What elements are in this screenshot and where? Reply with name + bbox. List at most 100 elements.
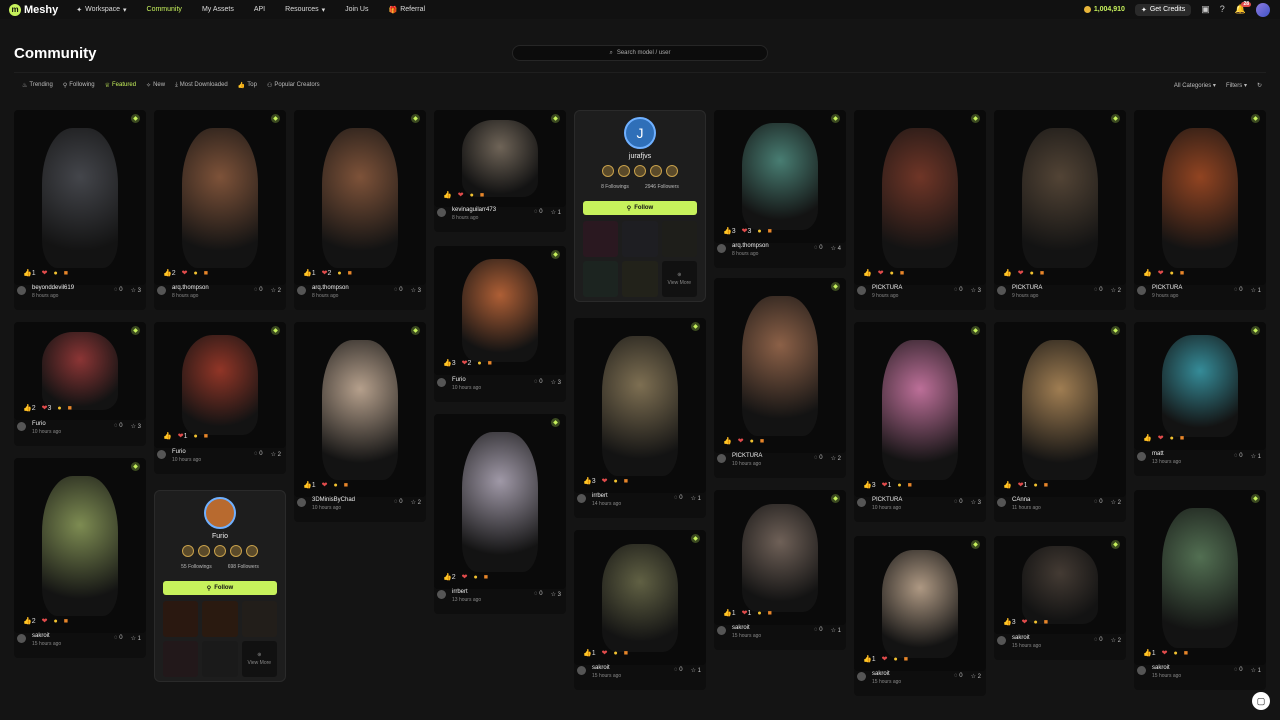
smile-reaction[interactable]: ● — [1174, 650, 1178, 657]
smile-reaction[interactable]: ● — [54, 270, 58, 277]
heart-reaction[interactable]: ❤1 — [742, 609, 752, 617]
tab-top[interactable]: 👍 Top — [238, 82, 257, 89]
thumbs-up-reaction[interactable]: 👍1 — [23, 269, 36, 277]
tab-featured[interactable]: ♕ Featured — [105, 82, 136, 89]
smile-reaction[interactable]: ● — [1030, 270, 1034, 277]
smile-reaction[interactable]: ● — [750, 438, 754, 445]
thumbs-up-reaction[interactable]: 👍2 — [23, 617, 36, 625]
star-count[interactable]: ☆ 3 — [551, 591, 561, 598]
model-thumb[interactable] — [583, 221, 619, 257]
refresh-icon[interactable]: ↻ — [1257, 82, 1262, 89]
model-thumbnail[interactable] — [854, 110, 986, 285]
comment-count[interactable]: ◌ 0 — [674, 495, 683, 502]
heart-reaction[interactable]: ❤2 — [462, 359, 472, 367]
thumbs-up-reaction[interactable]: 👍 — [163, 432, 172, 440]
fire-reaction[interactable]: ■ — [1044, 619, 1048, 626]
fire-reaction[interactable]: ■ — [904, 656, 908, 663]
get-credits-button[interactable]: ✦ Get Credits — [1134, 3, 1192, 16]
comment-count[interactable]: ◌ 0 — [814, 627, 823, 634]
heart-reaction[interactable]: ❤2 — [322, 269, 332, 277]
star-count[interactable]: ☆ 2 — [1111, 287, 1121, 294]
heart-reaction[interactable]: ❤ — [1018, 269, 1024, 277]
avatar[interactable] — [857, 498, 866, 507]
comment-count[interactable]: ◌ 0 — [814, 455, 823, 462]
smile-reaction[interactable]: ● — [1170, 435, 1174, 442]
fire-reaction[interactable]: ■ — [1184, 650, 1188, 657]
star-count[interactable]: ☆ 2 — [1111, 499, 1121, 506]
heart-reaction[interactable]: ❤ — [1162, 649, 1168, 657]
comment-count[interactable]: ◌ 0 — [534, 379, 543, 386]
thumbs-up-reaction[interactable]: 👍 — [443, 191, 452, 199]
model-thumbnail[interactable] — [994, 322, 1126, 497]
model-thumbnail[interactable] — [294, 110, 426, 285]
comment-count[interactable]: ◌ 0 — [1094, 499, 1103, 506]
heart-reaction[interactable]: ❤1 — [178, 432, 188, 440]
avatar[interactable] — [437, 378, 446, 387]
comment-count[interactable]: ◌ 0 — [1094, 287, 1103, 294]
model-card[interactable]: ◆ 👍 ❤1 ● ■ CAnna 11 hours ago ◌ 0 ☆ 2 — [994, 322, 1126, 522]
model-card[interactable]: ◆ 👍1 ❤1 ● ■ sakroit 15 hours ago ◌ 0 ☆ 1 — [714, 490, 846, 650]
smile-reaction[interactable]: ● — [757, 228, 761, 235]
thumbs-up-reaction[interactable]: 👍1 — [1143, 649, 1156, 657]
heart-reaction[interactable]: ❤3 — [42, 404, 52, 412]
tab-popular-creators[interactable]: ⚇ Popular Creators — [267, 82, 320, 89]
avatar[interactable] — [17, 634, 26, 643]
model-card[interactable]: ◆ 👍3 ❤2 ● ■ Furio 10 hours ago ◌ 0 ☆ 3 — [434, 246, 566, 402]
star-count[interactable]: ☆ 3 — [971, 287, 981, 294]
model-card[interactable]: ◆ 👍 ❤1 ● ■ Furio 10 hours ago ◌ 0 ☆ 2 — [154, 322, 286, 474]
heart-reaction[interactable]: ❤ — [1022, 618, 1028, 626]
comment-count[interactable]: ◌ 0 — [534, 209, 543, 216]
username[interactable]: arq.thompson — [172, 285, 209, 291]
username[interactable]: PICKTURA — [1012, 285, 1042, 291]
heart-reaction[interactable]: ❤ — [882, 655, 888, 663]
logo[interactable]: m Meshy — [9, 3, 58, 16]
chat-icon[interactable]: ▢ — [1252, 692, 1270, 710]
model-card[interactable]: ◆ 👍 ❤ ● ■ PICKTURA 10 hours ago ◌ 0 ☆ 2 — [714, 278, 846, 478]
model-card[interactable]: ◆ 👍1 ❤2 ● ■ arq.thompson 8 hours ago ◌ 0… — [294, 110, 426, 310]
comment-count[interactable]: ◌ 0 — [954, 499, 963, 506]
heart-reaction[interactable]: ❤ — [1158, 434, 1164, 442]
comment-count[interactable]: ◌ 0 — [1234, 453, 1243, 460]
thumbs-up-reaction[interactable]: 👍3 — [443, 359, 456, 367]
nav-workspace[interactable]: ✦ Workspace ▾ — [76, 6, 126, 14]
model-thumb[interactable] — [202, 641, 238, 677]
username[interactable]: matt — [1152, 451, 1164, 457]
smile-reaction[interactable]: ● — [897, 482, 901, 489]
model-card[interactable]: ◆ 👍2 ❤3 ● ■ Furio 10 hours ago ◌ 0 ☆ 3 — [14, 322, 146, 446]
username[interactable]: sakroit — [732, 625, 750, 631]
fire-reaction[interactable]: ■ — [484, 574, 488, 581]
thumbs-up-reaction[interactable]: 👍2 — [23, 404, 36, 412]
star-count[interactable]: ☆ 2 — [411, 499, 421, 506]
creator-card[interactable]: J jurafjvs 8 Followings 2946 Followers ⚲ F… — [574, 110, 706, 302]
model-thumbnail[interactable] — [154, 322, 286, 448]
heart-reaction[interactable]: ❤1 — [1018, 481, 1028, 489]
heart-reaction[interactable]: ❤ — [42, 269, 48, 277]
username[interactable]: arq.thompson — [732, 243, 769, 249]
avatar[interactable] — [1137, 452, 1146, 461]
avatar[interactable]: J — [624, 117, 656, 149]
star-count[interactable]: ☆ 3 — [411, 287, 421, 294]
comment-count[interactable]: ◌ 0 — [254, 287, 263, 294]
heart-reaction[interactable]: ❤ — [462, 573, 468, 581]
username[interactable]: Furio — [172, 449, 186, 455]
tab-following[interactable]: ⚲ Following — [63, 82, 95, 89]
fire-reaction[interactable]: ■ — [204, 433, 208, 440]
thumbs-up-reaction[interactable]: 👍 — [723, 437, 732, 445]
avatar[interactable] — [17, 286, 26, 295]
heart-reaction[interactable]: ❤ — [602, 477, 608, 485]
smile-reaction[interactable]: ● — [894, 656, 898, 663]
model-thumbnail[interactable] — [434, 246, 566, 375]
avatar[interactable] — [297, 498, 306, 507]
filters-dropdown[interactable]: Filters ▾ — [1226, 82, 1247, 89]
avatar[interactable] — [997, 636, 1006, 645]
username[interactable]: CAnna — [1012, 497, 1030, 503]
model-card[interactable]: ◆ 👍 ❤ ● ■ matt 13 hours ago ◌ 0 ☆ 1 — [1134, 322, 1266, 476]
model-card[interactable]: ◆ 👍1 ❤ ● ■ sakroit 15 hours ago ◌ 0 ☆ 2 — [854, 536, 986, 696]
username[interactable]: irrbert — [452, 589, 468, 595]
smile-reaction[interactable]: ● — [54, 618, 58, 625]
username[interactable]: Furio — [32, 421, 46, 427]
username[interactable]: Furio — [452, 377, 466, 383]
model-thumb[interactable] — [622, 261, 658, 297]
smile-reaction[interactable]: ● — [1170, 270, 1174, 277]
tab-trending[interactable]: ♨ Trending — [22, 82, 53, 89]
